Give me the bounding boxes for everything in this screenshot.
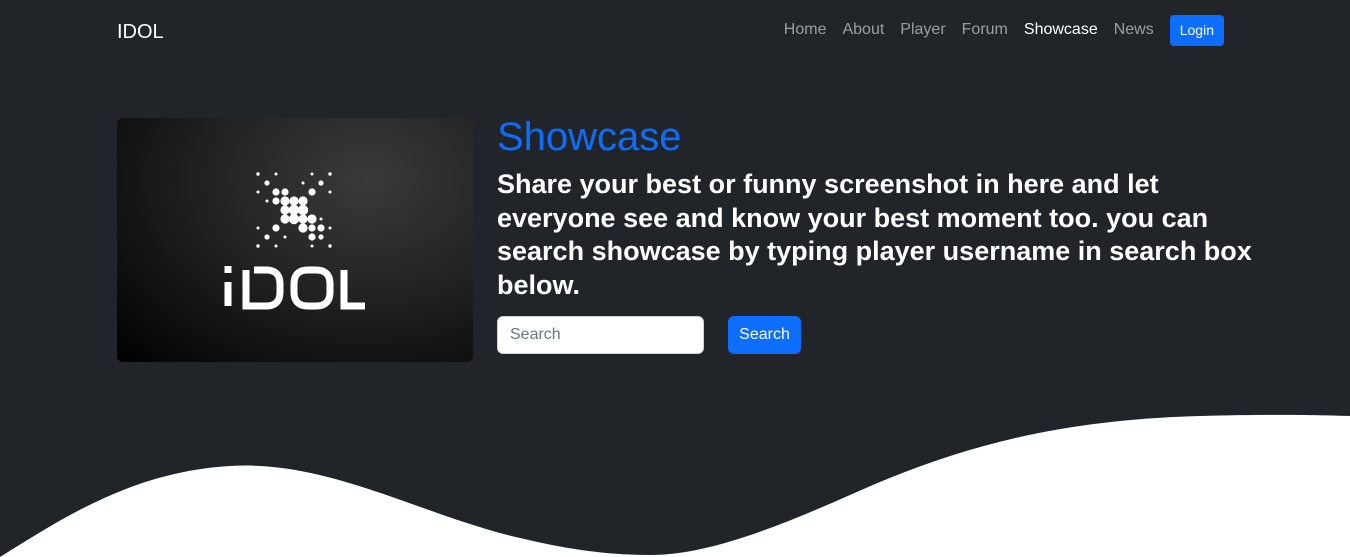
nav-link-about[interactable]: About (842, 18, 884, 42)
logo-dot (274, 244, 278, 248)
nav-link-showcase[interactable]: Showcase (1024, 18, 1098, 42)
logo-dot (288, 204, 300, 216)
logo-dot (298, 196, 308, 206)
logo-dot (288, 213, 300, 225)
logo-dot (317, 224, 325, 232)
logo-dot (272, 188, 280, 196)
logo-dot (281, 188, 289, 196)
logo-dot (256, 226, 260, 230)
logo-dot (265, 199, 269, 203)
idol-logo-icon (224, 172, 365, 310)
logo-dot (272, 224, 280, 232)
logo-dot (264, 180, 270, 186)
wave-divider (0, 414, 1350, 557)
logo-dot (289, 196, 299, 206)
nav-link-forum[interactable]: Forum (962, 18, 1008, 42)
logo-dot (274, 172, 278, 176)
nav-links: Home About Player Forum Showcase News Lo… (768, 14, 1224, 46)
nav-link-news[interactable]: News (1114, 18, 1154, 42)
nav-link-home[interactable]: Home (784, 18, 827, 42)
navbar: IDOL Home About Player Forum Showcase Ne… (0, 0, 1350, 62)
logo-dot (319, 217, 323, 221)
page-title: Showcase (497, 115, 682, 159)
logo-dot (328, 226, 332, 230)
logo-dot (280, 214, 290, 224)
search-button[interactable]: Search (728, 316, 801, 354)
login-button[interactable]: Login (1169, 14, 1224, 46)
logo-dot (328, 190, 332, 194)
logo-dot (308, 188, 316, 196)
logo-dot (272, 197, 280, 205)
logo-dot (298, 223, 308, 233)
logo-dot (328, 172, 332, 176)
logo-dot (307, 214, 317, 224)
logo-dot (308, 224, 316, 232)
page-description: Share your best or funny screenshot in h… (497, 169, 1252, 300)
logo-dot (308, 233, 316, 241)
logo-dot (301, 181, 305, 185)
logo-dot (283, 235, 287, 239)
nav-link-player[interactable]: Player (900, 18, 945, 42)
brand-link[interactable]: IDOL (117, 20, 164, 44)
logo-dot (264, 234, 270, 240)
logo-dot (328, 244, 332, 248)
logo-dot (318, 234, 324, 240)
logo-dot (280, 196, 290, 206)
logo-dot (298, 214, 308, 224)
logo-dot (256, 172, 260, 176)
logo-dot (297, 204, 309, 216)
showcase-logo-image (117, 118, 473, 362)
logo-dot (280, 205, 290, 215)
logo-dot (310, 172, 314, 176)
logo-dot (256, 244, 260, 248)
logo-dot (310, 244, 314, 248)
logo-dot (256, 190, 260, 194)
search-input[interactable] (497, 316, 704, 354)
logo-dot (318, 180, 324, 186)
